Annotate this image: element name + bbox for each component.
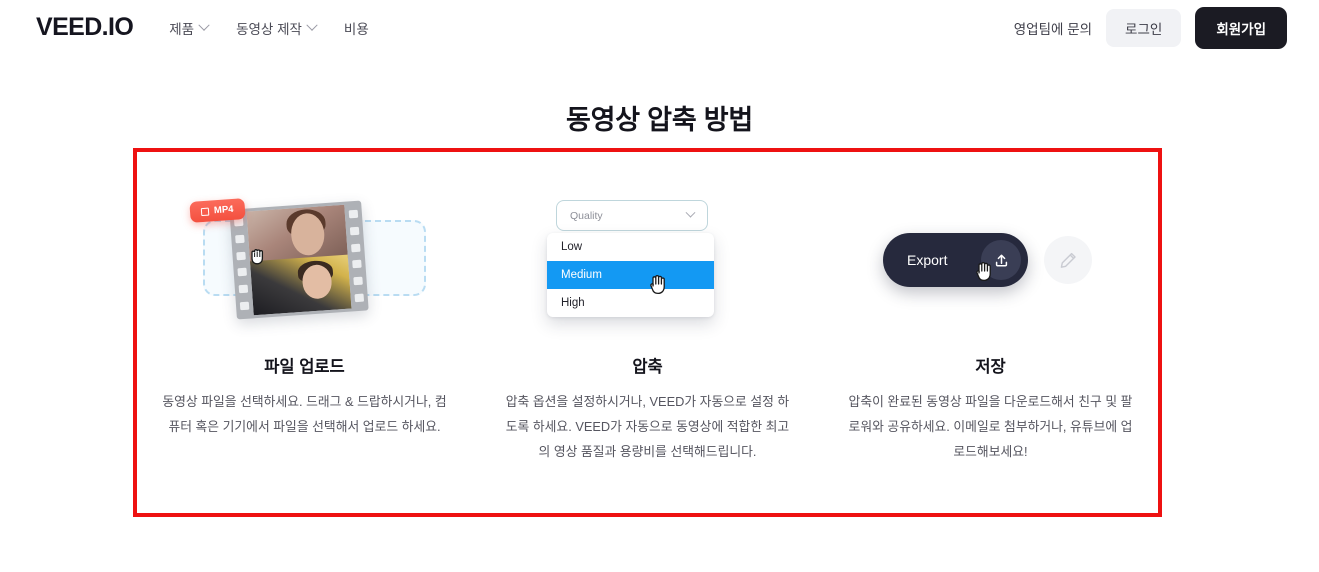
compress-illustration: Quality Low Medium High (476, 148, 819, 353)
site-header: VEED.IO 제품 동영상 제작 비용 영업팀에 문의 로그인 회원가입 (0, 0, 1319, 55)
nav-item-pricing[interactable]: 비용 (344, 18, 369, 38)
main-nav: 제품 동영상 제작 비용 (169, 18, 369, 38)
mp4-badge-label: MP4 (213, 203, 234, 217)
upload-illustration: MP4 (133, 148, 476, 353)
step-title-save: 저장 (975, 358, 1006, 376)
header-actions: 영업팀에 문의 로그인 회원가입 (1014, 6, 1287, 49)
login-button[interactable]: 로그인 (1106, 8, 1182, 47)
grab-cursor-icon (251, 249, 264, 265)
quality-option-low[interactable]: Low (547, 233, 714, 261)
save-illustration: Export (819, 148, 1162, 353)
nav-item-pricing-label: 비용 (343, 21, 369, 37)
pointer-cursor-icon (650, 275, 665, 295)
quality-select-placeholder: Quality (570, 209, 603, 222)
step-body-compress: 압축 옵션을 설정하시거나, VEED가 자동으로 설정 하도록 하세요. VE… (505, 394, 790, 459)
nav-item-products-label: 제품 (169, 21, 195, 37)
quality-option-medium[interactable]: Medium (547, 261, 714, 289)
page-root: VEED.IO 제품 동영상 제작 비용 영업팀에 문의 로그인 회원가입 동영… (0, 0, 1319, 572)
export-button-label: Export (907, 252, 948, 268)
edit-button[interactable] (1044, 236, 1092, 284)
page-title: 동영상 압축 방법 (565, 105, 754, 135)
mp4-format-badge: MP4 (189, 198, 246, 223)
quality-select[interactable]: Quality (556, 200, 708, 231)
chevron-down-icon (685, 207, 696, 218)
step-column-compress: Quality Low Medium High 압축 압축 옵션을 설정하시거나… (476, 148, 819, 517)
veed-logo[interactable]: VEED.IO (36, 13, 134, 42)
step-title-compress: 압축 (632, 358, 663, 376)
contact-sales-link[interactable]: 영업팀에 문의 (1014, 18, 1092, 38)
pointer-cursor-icon (976, 262, 991, 282)
steps-container: MP4 파일 업로드 동영상 파일을 선택하세요. 드래그 & 드랍하시거나, … (133, 148, 1162, 517)
quality-option-high[interactable]: High (547, 289, 714, 317)
step-body-save: 압축이 완료된 동영상 파일을 다운로드해서 친구 및 팔로워와 공유하세요. … (848, 394, 1133, 459)
step-title-upload: 파일 업로드 (264, 358, 345, 376)
chevron-down-icon (198, 19, 210, 31)
chevron-down-icon (306, 19, 318, 31)
film-icon (200, 207, 210, 216)
nav-item-products[interactable]: 제품 (169, 18, 210, 38)
nav-item-video-creation[interactable]: 동영상 제작 (236, 18, 318, 38)
pencil-icon (1060, 252, 1076, 268)
step-column-upload: MP4 파일 업로드 동영상 파일을 선택하세요. 드래그 & 드랍하시거나, … (133, 148, 476, 517)
export-button[interactable]: Export (883, 233, 1028, 287)
signup-button[interactable]: 회원가입 (1195, 6, 1287, 49)
step-column-save: Export 저장 압축이 완료된 동영상 파일을 다운로드해서 친구 및 팔로… (819, 148, 1162, 517)
step-body-upload: 동영상 파일을 선택하세요. 드래그 & 드랍하시거나, 컴퓨터 혹은 기기에서… (162, 394, 447, 434)
nav-item-video-creation-label: 동영상 제작 (236, 21, 302, 37)
quality-dropdown-menu: Low Medium High (547, 233, 714, 317)
